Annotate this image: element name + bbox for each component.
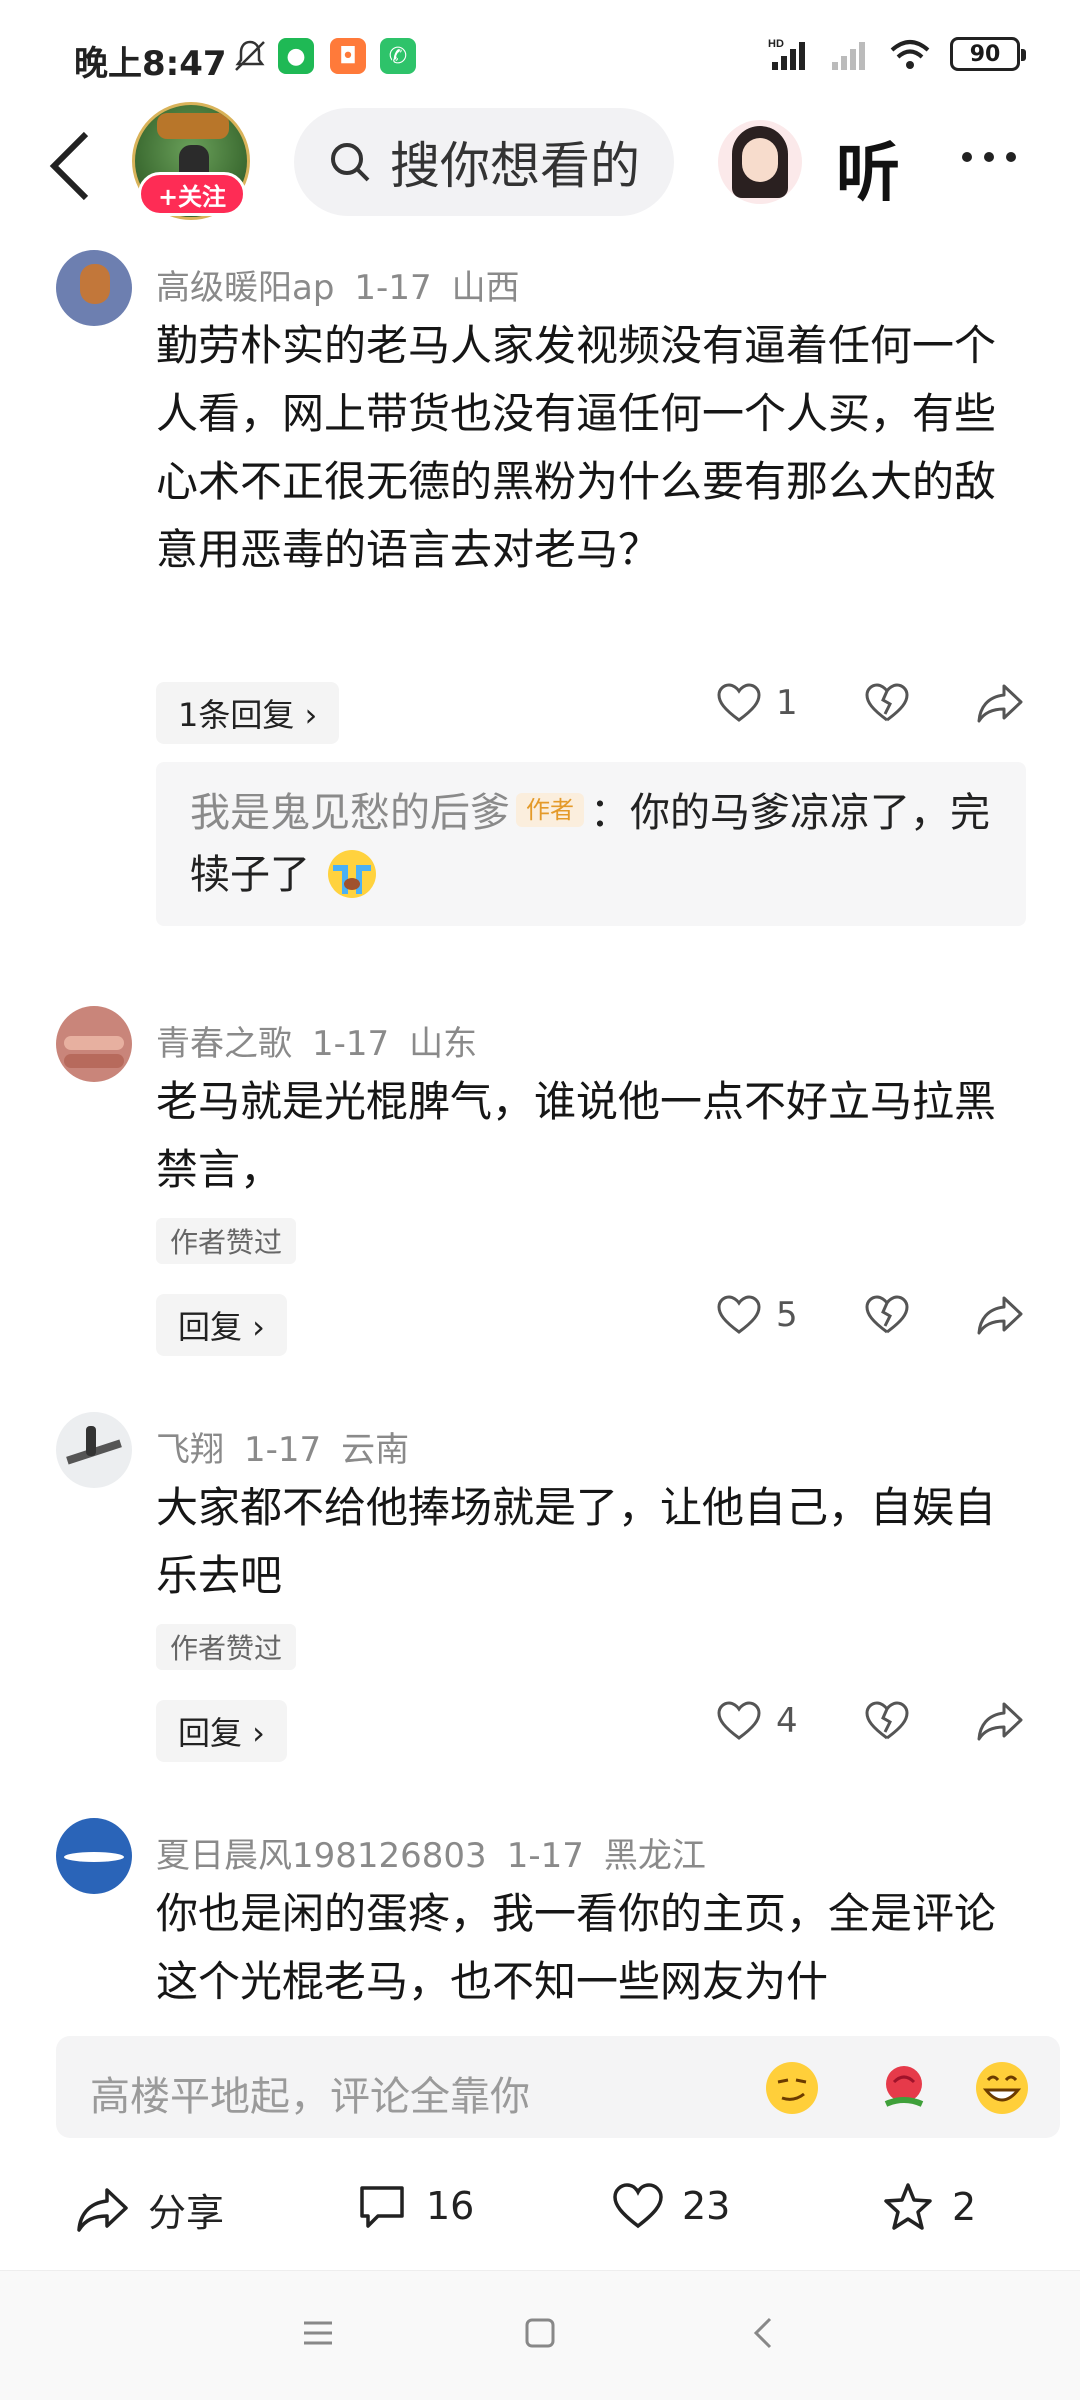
commenter-avatar[interactable] [56, 1006, 132, 1082]
system-nav-bar [0, 2270, 1080, 2400]
reply-button[interactable]: 回复 › [156, 1294, 287, 1356]
search-icon [331, 143, 370, 182]
status-right: HD 90 [768, 36, 1026, 72]
comment-username[interactable]: 夏日晨风198126803 [156, 1836, 487, 1876]
bottom-action-bar: 分享 16 23 2 [0, 2160, 1080, 2260]
comment-username[interactable]: 青春之歌 [156, 1024, 292, 1064]
comment-text: 勤劳朴实的老马人家发视频没有逼着任何一个人看，网上带货也没有逼任何一个人买，有些… [156, 321, 997, 574]
commenter-avatar[interactable] [56, 1412, 132, 1488]
heart-icon [717, 683, 761, 722]
sub-reply-username[interactable]: 我是鬼见愁的后爹 [190, 790, 510, 836]
like-button[interactable]: 1 [716, 682, 798, 724]
comment-text: 你也是闲的蛋疼，我一看你的主页，全是评论这个光棍老马，也不知一些网友为什 [156, 1889, 997, 2006]
back-nav-icon[interactable] [746, 2315, 782, 2351]
signal-empty-icon [832, 42, 865, 70]
signal-icon: HD [768, 38, 805, 70]
sub-reply[interactable]: 我是鬼见愁的后爹 作者 ：你的马爹凉凉了，完犊子了 [156, 762, 1026, 926]
comment-input-placeholder: 高楼平地起，评论全靠你 [90, 2074, 530, 2120]
more-options-icon[interactable] [962, 152, 1016, 162]
heart-icon [613, 2183, 663, 2229]
favorite-button[interactable]: 2 [882, 2182, 976, 2232]
comment-actions: 4 [716, 1700, 1036, 1760]
comment-date: 1-17 [312, 1024, 390, 1064]
share-label: 分享 [148, 2191, 225, 2235]
grin-emoji-icon[interactable] [972, 2058, 1032, 2118]
comment-username[interactable]: 飞翔 [156, 1430, 224, 1470]
dislike-broken-heart-icon[interactable] [864, 682, 910, 724]
comment-date: 1-17 [506, 1836, 584, 1876]
search-bar[interactable]: 搜你想看的 [294, 108, 674, 216]
comment-date: 1-17 [244, 1430, 322, 1470]
share-button[interactable]: 分享 [76, 2182, 224, 2237]
listen-button[interactable]: 听 [836, 122, 900, 214]
mute-bell-icon [235, 40, 265, 71]
listen-avatar[interactable] [718, 120, 802, 204]
author-liked-badge: 作者赞过 [156, 1218, 297, 1264]
comment-location: 山西 [451, 268, 520, 308]
search-placeholder: 搜你想看的 [390, 137, 640, 195]
like-post-button[interactable]: 23 [612, 2182, 730, 2230]
comment-location: 黑龙江 [603, 1836, 706, 1876]
like-count: 4 [776, 1701, 798, 1741]
battery-indicator: 90 [950, 37, 1026, 71]
comments-button[interactable]: 16 [356, 2182, 474, 2230]
comment-meta: 夏日晨风198126803 1-17 黑龙江 [156, 1828, 726, 1877]
dislike-broken-heart-icon[interactable] [864, 1700, 910, 1742]
comment-location: 云南 [341, 1430, 410, 1470]
comment-meta: 高级暖阳ap 1-17 山西 [156, 260, 540, 309]
comment-bubble-icon [360, 2186, 404, 2228]
comment-text: 大家都不给他捧场就是了，让他自己，自娱自乐去吧 [156, 1483, 997, 1600]
wifi-icon [890, 40, 930, 69]
share-arrow-icon[interactable] [976, 1700, 1024, 1742]
heart-icon [717, 1295, 761, 1334]
svg-text:HD: HD [768, 38, 784, 50]
share-icon [77, 2187, 128, 2232]
commenter-avatar[interactable] [56, 250, 132, 326]
status-time: 晚上8:47 [74, 44, 227, 84]
crying-emoji-icon [327, 850, 376, 898]
back-arrow-icon[interactable] [40, 126, 100, 206]
heart-icon [717, 1701, 761, 1740]
smirk-emoji-icon[interactable] [762, 2058, 822, 2118]
like-button[interactable]: 5 [716, 1294, 798, 1336]
comment-item: 夏日晨风198126803 1-17 黑龙江 你也是闲的蛋疼，我一看你的主页，全是评… [0, 1818, 1080, 2028]
phone-icon: ✆ [380, 38, 416, 74]
likes-count: 23 [682, 2184, 731, 2228]
author-tag: 作者 [516, 793, 584, 827]
favorites-count: 2 [952, 2185, 977, 2229]
commenter-avatar[interactable] [56, 1818, 132, 1894]
like-count: 5 [776, 1295, 798, 1335]
like-button[interactable]: 4 [716, 1700, 798, 1742]
top-nav: +关注 搜你想看的 听 [0, 100, 1080, 230]
wechat-icon: ● [278, 38, 314, 74]
menu-icon[interactable] [300, 2315, 336, 2351]
follow-button[interactable]: +关注 [138, 172, 246, 216]
view-replies-button[interactable]: 1条回复 › [156, 682, 340, 744]
share-arrow-icon[interactable] [976, 1294, 1024, 1336]
like-count: 1 [776, 683, 798, 723]
author-liked-badge: 作者赞过 [156, 1624, 297, 1670]
comment-input[interactable]: 高楼平地起，评论全靠你 [56, 2036, 1060, 2138]
dislike-broken-heart-icon[interactable] [864, 1294, 910, 1336]
comment-meta: 飞翔 1-17 云南 [156, 1422, 429, 1471]
share-arrow-icon[interactable] [976, 682, 1024, 724]
shopping-app-icon: ◘ [330, 38, 366, 74]
home-icon[interactable] [522, 2315, 558, 2351]
rose-emoji-icon[interactable] [874, 2058, 934, 2118]
comment-location: 山东 [409, 1024, 478, 1064]
comment-meta: 青春之歌 1-17 山东 [156, 1016, 497, 1065]
star-icon [884, 2183, 932, 2230]
comment-date: 1-17 [354, 268, 432, 308]
comments-count: 16 [426, 2184, 475, 2228]
comment-actions: 1 [716, 682, 1036, 742]
comment-username[interactable]: 高级暖阳ap [156, 268, 334, 308]
comment-actions: 5 [716, 1294, 1036, 1354]
reply-button[interactable]: 回复 › [156, 1700, 287, 1762]
comment-text: 老马就是光棍脾气，谁说他一点不好立马拉黑禁言， [156, 1077, 997, 1194]
